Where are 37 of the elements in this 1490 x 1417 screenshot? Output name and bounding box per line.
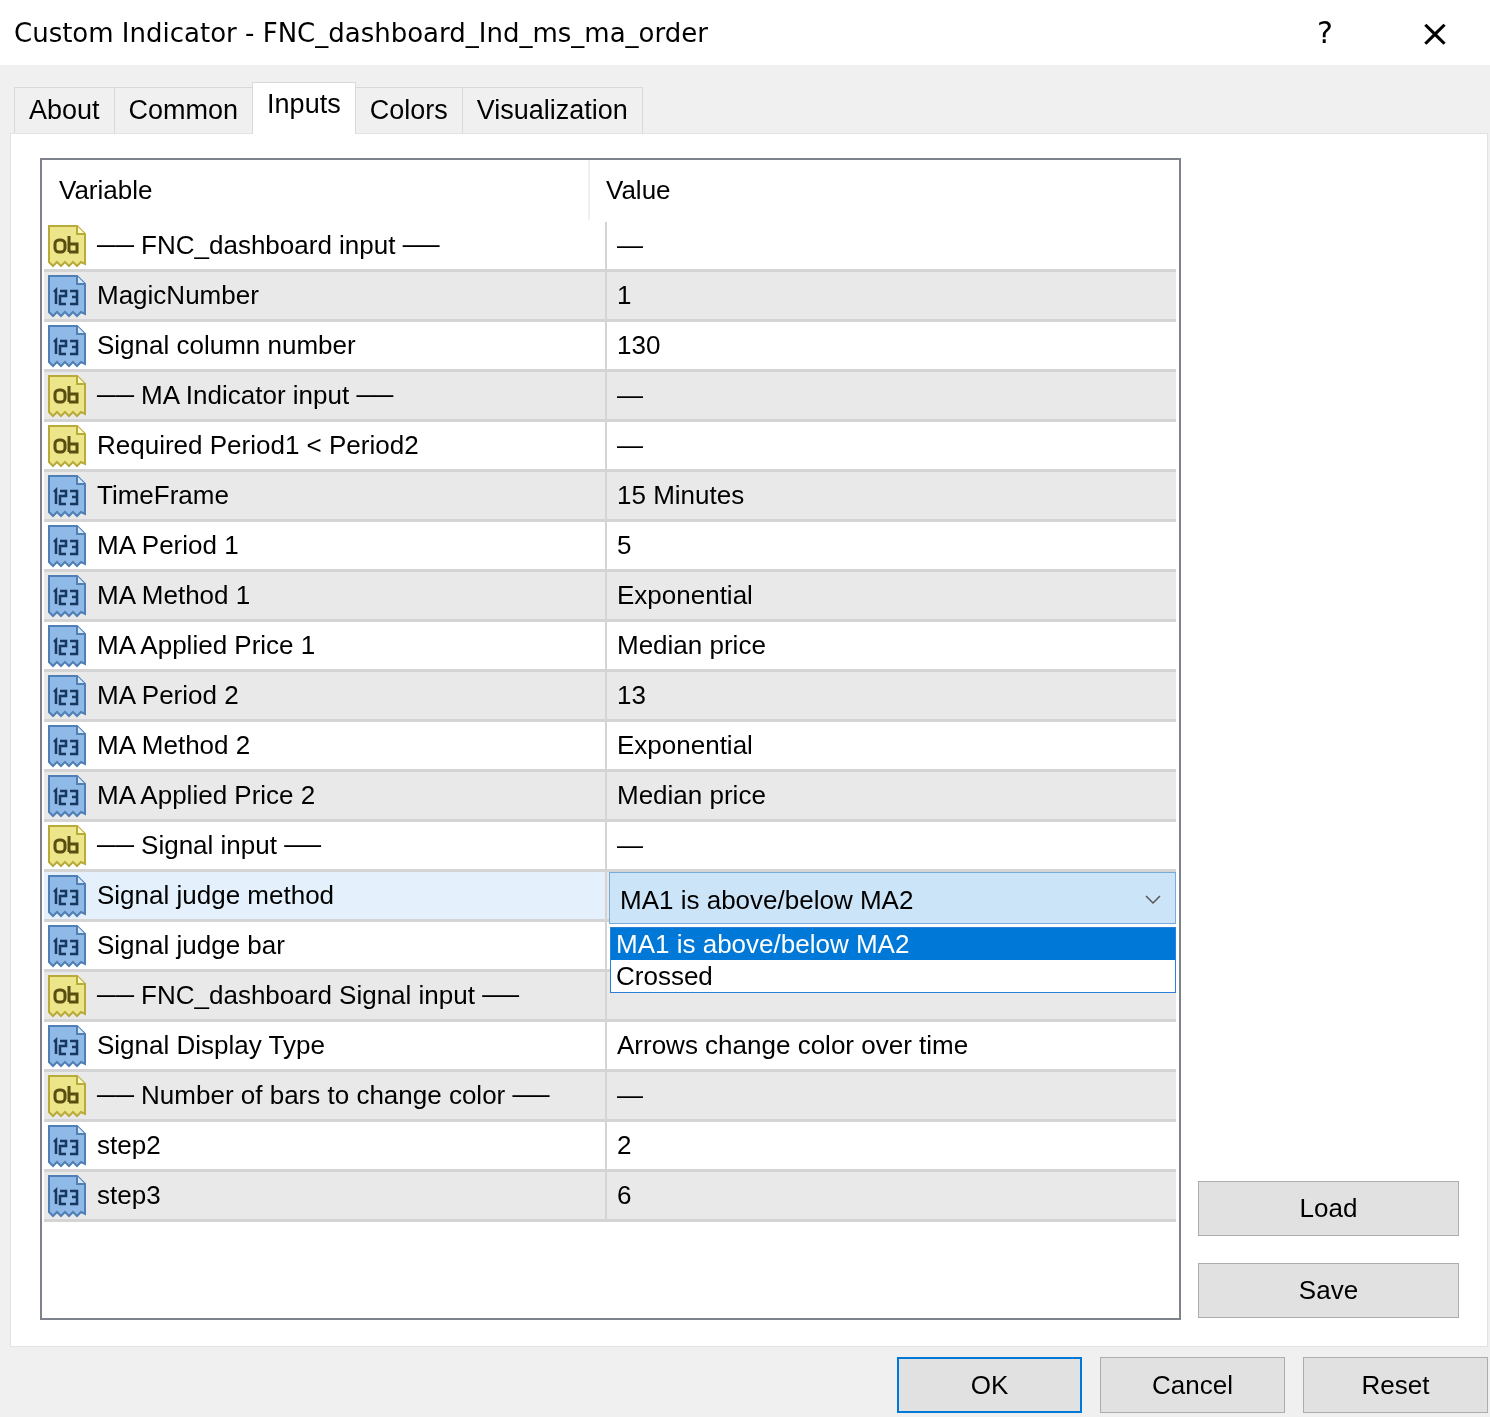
variable-name: MA Period 1 [97, 530, 239, 561]
variable-name: MA Method 1 [97, 580, 251, 611]
variable-value: — [617, 830, 643, 861]
variable-name: Signal column number [97, 330, 356, 361]
variable-name: Signal Display Type [97, 1030, 325, 1061]
variable-name: ── MA Indicator input ── [97, 380, 394, 411]
variable-name: step2 [97, 1130, 161, 1161]
variable-value: 13 [617, 680, 646, 711]
variable-value: Arrows change color over time [617, 1030, 969, 1061]
variable-value: 1 [617, 280, 632, 311]
variable-value: 15 Minutes [617, 480, 745, 511]
variable-value: 6 [617, 1180, 632, 1211]
variable-name: MA Method 2 [97, 730, 251, 761]
variable-value: 130 [617, 330, 661, 361]
variable-value: — [617, 430, 643, 461]
variable-name: MA Period 2 [97, 680, 239, 711]
variable-name: Signal judge bar [97, 930, 285, 961]
variable-name: step3 [97, 1180, 161, 1211]
variable-name: MA Applied Price 1 [97, 630, 316, 661]
variable-value: 5 [617, 530, 632, 561]
variable-name: TimeFrame [97, 480, 229, 511]
variable-value: 2 [617, 1130, 632, 1161]
variable-name: ── Signal input ── [97, 830, 321, 861]
variable-value: Median price [617, 780, 766, 811]
variable-name: ── Number of bars to change color ── [97, 1080, 550, 1111]
variable-value: Exponential [617, 580, 753, 611]
variable-value: — [617, 1080, 643, 1111]
variable-name: Signal judge method [97, 880, 335, 911]
variable-name: Required Period1 < Period2 [97, 430, 419, 461]
variable-value: — [617, 230, 643, 261]
variable-name: MagicNumber [97, 280, 259, 311]
variable-name: ── FNC_dashboard input ── [97, 230, 440, 261]
variable-name: MA Applied Price 2 [97, 780, 316, 811]
window-title: Custom Indicator - FNC_dashboard_Ind_ms_ma_order [14, 17, 709, 48]
variable-value: Median price [617, 630, 766, 661]
variable-value: Exponential [617, 730, 753, 761]
variable-value: — [617, 380, 643, 411]
